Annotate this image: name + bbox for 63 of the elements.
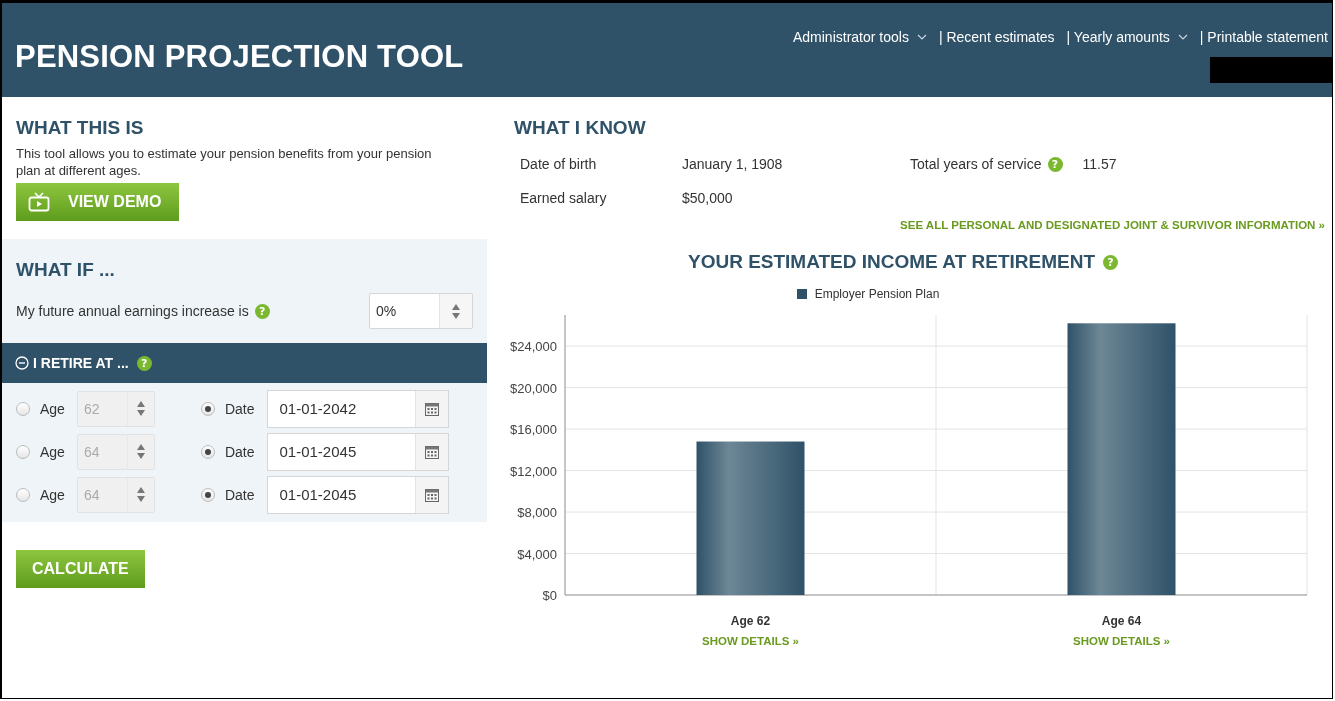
- x-category-label: Age 62: [730, 614, 771, 628]
- age-spinner[interactable]: 64: [76, 476, 155, 513]
- chevron-icon: [1177, 34, 1188, 40]
- tv-icon: [28, 192, 50, 212]
- service-value: 11.57: [1082, 156, 1117, 172]
- chart-title: YOUR ESTIMATED INCOME AT RETIREMENT: [687, 251, 1096, 273]
- y-tick-label: $24,000: [510, 339, 557, 355]
- x-category-label: Age 64: [1101, 614, 1142, 628]
- section-heading: WHAT THIS IS: [16, 116, 145, 139]
- date-field[interactable]: 01-01-2045: [266, 432, 449, 471]
- earnings-label: My future annual earnings increase is: [16, 303, 249, 319]
- age-radio[interactable]: [16, 401, 30, 416]
- calendar-icon[interactable]: [423, 443, 440, 460]
- section-heading: WHAT I KNOW: [514, 116, 647, 139]
- description-text: This tool allows you to estimate your pension benefits from your pension plan at different ages.: [16, 145, 433, 179]
- service-label: Total years of service: [910, 156, 1042, 172]
- age-label: Age: [40, 486, 65, 503]
- fact-label: Date of birth: [520, 156, 598, 172]
- nav-link[interactable]: | Recent estimates: [938, 29, 1055, 45]
- app-title: PENSION PROJECTION TOOL: [14, 38, 464, 76]
- date-radio[interactable]: [200, 401, 215, 416]
- date-label: Date: [224, 443, 255, 460]
- date-field[interactable]: 01-01-2045: [266, 475, 449, 514]
- nav-link[interactable]: | Printable statement: [1199, 29, 1328, 45]
- date-field[interactable]: 01-01-2042: [266, 389, 449, 428]
- age-label: Age: [40, 443, 65, 460]
- fact-value: January 1, 1908: [682, 156, 783, 172]
- fact-value: $50,000: [682, 190, 733, 206]
- age-radio[interactable]: [16, 444, 30, 459]
- age-radio[interactable]: [16, 487, 30, 502]
- section-heading: WHAT IF ...: [15, 258, 116, 281]
- earnings-spinner[interactable]: 0%: [369, 293, 473, 329]
- y-tick-label: $12,000: [510, 463, 557, 479]
- legend-label: Employer Pension Plan: [814, 287, 940, 301]
- help-icon[interactable]: ?: [136, 355, 152, 371]
- calculate-button[interactable]: CALCULATE: [16, 550, 145, 588]
- show-details-link[interactable]: SHOW DETAILS »: [702, 635, 799, 647]
- personal-info-link[interactable]: SEE ALL PERSONAL AND DESIGNATED JOINT & SURVIVOR INFORMATION »: [900, 219, 1325, 231]
- chevron-icon: [916, 34, 927, 40]
- fact-label: Earned salary: [520, 190, 608, 206]
- calendar-icon[interactable]: [423, 400, 440, 417]
- date-radio[interactable]: [200, 487, 215, 502]
- date-label: Date: [224, 486, 255, 503]
- age-spinner[interactable]: 62: [76, 390, 155, 427]
- help-icon[interactable]: ?: [254, 303, 270, 319]
- y-tick-label: $8,000: [517, 505, 557, 521]
- retire-heading: I RETIRE AT ...: [33, 355, 129, 371]
- y-tick-label: $16,000: [510, 422, 557, 438]
- calendar-icon[interactable]: [423, 486, 440, 503]
- y-tick-label: $20,000: [510, 380, 557, 396]
- y-tick-label: $4,000: [517, 546, 557, 562]
- age-label: Age: [40, 400, 65, 417]
- help-icon[interactable]: ?: [1103, 254, 1119, 270]
- date-radio[interactable]: [200, 444, 215, 459]
- nav-link[interactable]: | Yearly amounts: [1066, 29, 1188, 45]
- date-label: Date: [224, 400, 255, 417]
- help-icon[interactable]: ?: [1047, 156, 1063, 172]
- nav-link[interactable]: Administrator tools: [792, 29, 927, 45]
- age-spinner[interactable]: 64: [76, 433, 155, 470]
- view-demo-button[interactable]: VIEW DEMO: [16, 183, 180, 221]
- collapse-icon[interactable]: [15, 356, 29, 370]
- y-tick-label: $0: [542, 588, 557, 603]
- show-details-link[interactable]: SHOW DETAILS »: [1073, 635, 1170, 647]
